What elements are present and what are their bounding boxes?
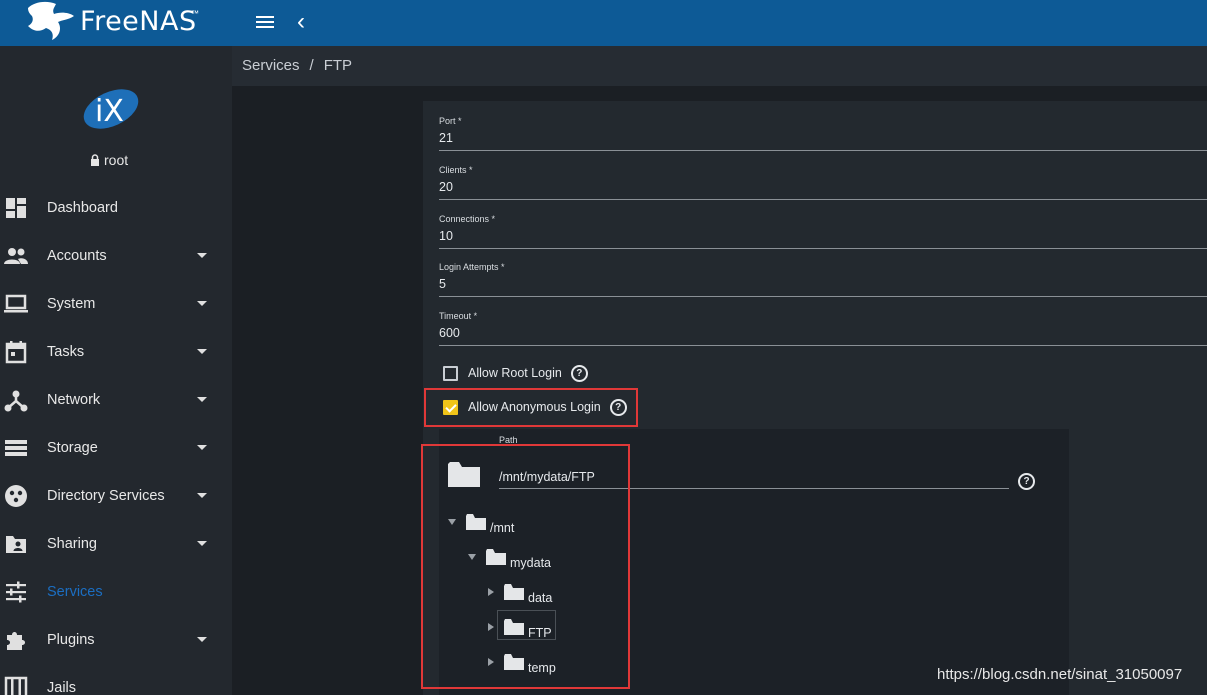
sidebar-item-label: Accounts [47, 248, 107, 264]
caret-down-icon [197, 301, 207, 306]
port-input[interactable]: 21 [439, 131, 1207, 149]
timeout-input[interactable]: 600 [439, 326, 1207, 344]
login-attempts-field[interactable]: Login Attempts * 5 [439, 262, 1207, 297]
breadcrumb-bar: Services / FTP [232, 46, 1207, 86]
freenas-shark-logo [28, 1, 74, 40]
sidebar-item-label: Network [47, 392, 101, 408]
breadcrumb-services[interactable]: Services [242, 57, 300, 74]
watermark: https://blog.csdn.net/sinat_31050097 [937, 666, 1183, 683]
sidebar-item-label: Jails [47, 680, 77, 695]
clients-field[interactable]: Clients * 20 [439, 165, 1207, 200]
clients-input[interactable]: 20 [439, 180, 1207, 198]
sidebar-item-label: Services [47, 584, 103, 600]
puzzle-icon [7, 632, 25, 650]
field-label: Connections * [439, 214, 496, 224]
login-attempts-input[interactable]: 5 [439, 277, 1207, 295]
field-underline [439, 150, 1207, 151]
storage-icon [5, 440, 27, 456]
hamburger-menu-icon[interactable] [256, 13, 276, 33]
lock-icon [91, 154, 99, 166]
connections-field[interactable]: Connections * 10 [439, 214, 1207, 249]
calendar-icon [5, 341, 27, 364]
caret-down-icon [197, 637, 207, 642]
help-icon[interactable]: ? [1018, 473, 1035, 490]
highlight-box-path [421, 444, 630, 689]
sharing-icon [6, 536, 26, 553]
field-underline [439, 199, 1207, 200]
caret-down-icon [197, 253, 207, 258]
sidebar-item-services[interactable]: Services [0, 568, 232, 616]
field-label: Login Attempts * [439, 262, 505, 272]
top-bar: FreeNAS ™ ‹ [0, 0, 1207, 46]
allow-root-login-row[interactable]: Allow Root Login ? [443, 362, 588, 384]
brand[interactable]: FreeNAS ™ [0, 0, 232, 46]
highlight-box-anonymous-login [424, 388, 638, 427]
breadcrumb: Services / FTP [242, 57, 352, 74]
help-icon[interactable]: ? [570, 364, 588, 382]
caret-down-icon [197, 541, 207, 546]
tune-icon [6, 581, 26, 603]
field-underline [439, 248, 1207, 249]
chevron-left-icon[interactable]: ‹ [297, 9, 319, 35]
jail-icon [4, 676, 28, 695]
field-underline [439, 345, 1207, 346]
sidebar-item-label: Directory Services [47, 488, 165, 504]
sidebar-item-directory-services[interactable]: Directory Services [0, 472, 232, 520]
sidebar-item-jails[interactable]: Jails [0, 664, 232, 695]
sidebar-item-label: Dashboard [47, 200, 118, 216]
field-label: Port * [439, 116, 462, 126]
field-label: Clients * [439, 165, 473, 175]
port-field[interactable]: Port * 21 [439, 116, 1207, 151]
brand-name: FreeNAS [80, 6, 197, 37]
breadcrumb-separator: / [309, 57, 314, 74]
field-underline [439, 296, 1207, 297]
user-label: root [90, 152, 128, 168]
sidebar-item-plugins[interactable]: Plugins [0, 616, 232, 664]
network-icon [4, 390, 28, 412]
sidebar-item-label: Storage [47, 440, 98, 456]
connections-input[interactable]: 10 [439, 229, 1207, 247]
field-label: Timeout * [439, 311, 478, 321]
caret-down-icon [197, 445, 207, 450]
sidebar-item-accounts[interactable]: Accounts [0, 232, 232, 280]
username: root [104, 152, 129, 168]
sidebar-item-system[interactable]: System [0, 280, 232, 328]
sidebar-item-network[interactable]: Network [0, 376, 232, 424]
sidebar-item-storage[interactable]: Storage [0, 424, 232, 472]
sidebar-item-tasks[interactable]: Tasks [0, 328, 232, 376]
dashboard-icon [6, 198, 26, 218]
sidebar-item-label: System [47, 296, 96, 312]
breadcrumb-ftp: FTP [323, 57, 353, 74]
directory-icon [5, 485, 27, 507]
sidebar-item-label: Tasks [47, 344, 85, 360]
laptop-icon [4, 294, 28, 313]
timeout-field[interactable]: Timeout * 600 [439, 311, 1207, 346]
caret-down-icon [197, 397, 207, 402]
allow-root-login-checkbox[interactable] [443, 365, 458, 381]
allow-root-login-label: Allow Root Login [468, 366, 562, 380]
people-icon [4, 248, 28, 264]
caret-down-icon [197, 349, 207, 354]
ix-logo: iX [83, 89, 139, 129]
sidebar-item-dashboard[interactable]: Dashboard [0, 184, 232, 232]
caret-down-icon [197, 493, 207, 498]
sidebar-item-label: Plugins [47, 632, 95, 648]
sidebar-item-sharing[interactable]: Sharing [0, 520, 232, 568]
svg-text:iX: iX [95, 94, 124, 129]
sidebar-item-label: Sharing [47, 536, 97, 552]
sidebar: iX root Dashboard Accounts System Tasks … [0, 46, 232, 695]
trademark: ™ [191, 9, 199, 18]
